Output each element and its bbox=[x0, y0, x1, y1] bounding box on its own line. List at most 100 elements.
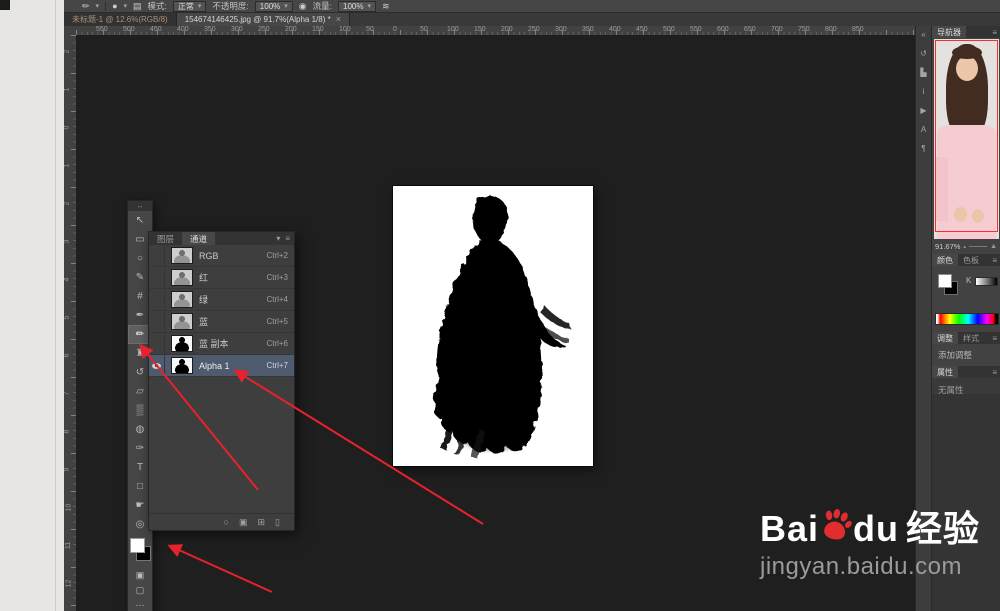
navigator-view-box[interactable] bbox=[935, 40, 998, 232]
color-panel: 颜色 色板 ≡ K bbox=[931, 254, 1000, 332]
zoom-tool-icon: ◎ bbox=[135, 519, 145, 530]
channels-panel-header: 图层 通道 ▾ ≡ bbox=[149, 232, 294, 245]
h-ruler-label: 500 bbox=[123, 26, 135, 33]
history-panel-icon[interactable]: ↺ bbox=[920, 49, 927, 58]
load-selection-icon[interactable]: ○ bbox=[224, 517, 229, 527]
tab-adjustments[interactable]: 调整 bbox=[932, 332, 958, 344]
info-panel-icon[interactable]: i bbox=[923, 87, 925, 96]
visibility-toggle[interactable] bbox=[149, 245, 165, 266]
channel-row-rgb[interactable]: RGB Ctrl+2 bbox=[149, 245, 294, 267]
document-tab-untitled[interactable]: 未标题-1 @ 12.6%(RGB/8) bbox=[64, 13, 177, 26]
chevron-down-icon: ▾ bbox=[284, 2, 288, 10]
zoom-in-icon[interactable]: ▲ bbox=[990, 243, 997, 250]
move-tool[interactable]: ↖ bbox=[128, 211, 152, 230]
foreground-color-swatch[interactable] bbox=[938, 274, 952, 288]
opacity-select[interactable]: 100% ▾ bbox=[254, 0, 293, 12]
tab-styles[interactable]: 样式 bbox=[958, 332, 984, 344]
h-ruler-label: 350 bbox=[204, 26, 216, 33]
collapse-panels-icon[interactable]: « bbox=[921, 30, 925, 39]
document-canvas[interactable] bbox=[393, 186, 593, 466]
mode-select[interactable]: 正常 ▾ bbox=[172, 0, 207, 12]
chevron-down-icon[interactable]: ▾ bbox=[96, 3, 100, 10]
logo-text-bai: Bai bbox=[760, 508, 820, 549]
channels-empty-area bbox=[149, 377, 294, 513]
flow-select[interactable]: 100% ▾ bbox=[338, 0, 376, 12]
v-ruler-label: 5 bbox=[64, 315, 71, 320]
screen-mode-icon: ▢ bbox=[135, 585, 145, 595]
channel-thumbnail bbox=[171, 247, 193, 264]
actions-panel-icon[interactable]: ▶ bbox=[920, 106, 926, 115]
h-ruler-label: 100 bbox=[339, 26, 351, 33]
channel-thumbnail bbox=[171, 357, 193, 374]
character-panel-icon[interactable]: A bbox=[921, 125, 926, 134]
h-ruler-label: 250 bbox=[528, 26, 540, 33]
v-ruler-label: 11 bbox=[65, 541, 73, 550]
shape-tool-icon: □ bbox=[136, 481, 144, 492]
panel-menu-icon[interactable]: ≡ bbox=[989, 26, 1000, 38]
channel-row-alpha-1[interactable]: Alpha 1 Ctrl+7 bbox=[149, 355, 294, 377]
eyedropper-tool-icon: ✒ bbox=[135, 310, 145, 321]
type-tool-icon: T bbox=[136, 462, 144, 473]
save-selection-as-channel-icon[interactable]: ▣ bbox=[239, 517, 248, 527]
tab-label: 154674146425.jpg @ 91.7%(Alpha 1/8) * bbox=[184, 15, 331, 24]
paragraph-panel-icon[interactable]: ¶ bbox=[921, 144, 925, 153]
pressure-opacity-icon[interactable]: ◉ bbox=[299, 1, 307, 11]
v-ruler-label: 7 bbox=[64, 391, 71, 396]
channel-row-蓝[interactable]: 蓝 Ctrl+5 bbox=[149, 311, 294, 333]
tab-swatches[interactable]: 色板 bbox=[958, 254, 984, 266]
document-tab-active[interactable]: 154674146425.jpg @ 91.7%(Alpha 1/8) * × bbox=[176, 13, 350, 26]
eye-icon bbox=[152, 362, 161, 369]
color-spectrum-ramp[interactable] bbox=[935, 313, 999, 325]
visibility-toggle[interactable] bbox=[149, 267, 165, 288]
panel-menu-icon[interactable]: ≡ bbox=[989, 332, 1000, 344]
panel-menu-icon[interactable]: ≡ bbox=[285, 234, 290, 243]
visibility-toggle[interactable] bbox=[149, 355, 165, 376]
tab-layers[interactable]: 图层 bbox=[149, 232, 182, 245]
mode-label: 模式: bbox=[147, 1, 167, 11]
delete-channel-icon[interactable]: ▯ bbox=[275, 517, 280, 527]
channel-row-红[interactable]: 红 Ctrl+3 bbox=[149, 267, 294, 289]
screen-mode-button[interactable]: ▢ bbox=[128, 583, 152, 598]
baidu-paw-icon bbox=[824, 508, 852, 540]
tab-channels[interactable]: 通道 bbox=[182, 232, 216, 245]
panel-menu-icon[interactable]: ≡ bbox=[989, 254, 1000, 266]
flow-value: 100% bbox=[343, 1, 364, 11]
more-options-button[interactable]: ⋯ bbox=[128, 598, 152, 611]
color-panel-header: 颜色 色板 ≡ bbox=[932, 254, 1000, 266]
tab-navigator[interactable]: 导航器 bbox=[932, 26, 966, 38]
tab-color[interactable]: 颜色 bbox=[932, 254, 958, 266]
k-slider[interactable] bbox=[975, 277, 998, 286]
histogram-panel-icon[interactable]: ▙ bbox=[920, 68, 926, 77]
airbrush-icon[interactable]: ≋ bbox=[382, 1, 390, 11]
chevron-down-icon[interactable]: ▾ bbox=[124, 3, 128, 10]
pen-tool-icon: ✑ bbox=[135, 443, 145, 454]
visibility-toggle[interactable] bbox=[149, 289, 165, 310]
h-ruler-label: 150 bbox=[312, 26, 324, 33]
channel-row-绿[interactable]: 绿 Ctrl+4 bbox=[149, 289, 294, 311]
watermark-url: jingyan.baidu.com bbox=[760, 553, 962, 580]
logo-text-jingyan: 经验 bbox=[906, 508, 981, 549]
brush-tool-icon[interactable]: ✏ bbox=[82, 1, 90, 11]
new-channel-icon[interactable]: ⊞ bbox=[258, 517, 266, 527]
zoom-slider[interactable] bbox=[968, 246, 988, 247]
visibility-toggle[interactable] bbox=[149, 311, 165, 332]
close-icon[interactable]: × bbox=[336, 15, 341, 24]
tools-palette-header[interactable]: ↔ bbox=[128, 201, 152, 211]
foreground-color-swatch[interactable] bbox=[130, 538, 145, 553]
quick-mask-button[interactable]: ▣ bbox=[128, 568, 152, 583]
channels-footer: ○ ▣ ⊞ ▯ bbox=[149, 513, 294, 530]
toggle-brush-panel-icon[interactable]: ▤ bbox=[133, 1, 142, 11]
zoom-value[interactable]: 91.67% bbox=[935, 242, 960, 251]
lasso-tool-icon: ○ bbox=[136, 253, 144, 264]
zoom-out-icon[interactable]: ▴ bbox=[963, 244, 966, 250]
v-ruler-label: 1 bbox=[64, 87, 71, 92]
h-ruler-label: 600 bbox=[717, 26, 729, 33]
channel-row-蓝-副本[interactable]: 蓝 副本 Ctrl+6 bbox=[149, 333, 294, 355]
visibility-toggle[interactable] bbox=[149, 333, 165, 354]
h-ruler-label: 400 bbox=[177, 26, 189, 33]
panel-menu-icon[interactable]: ≡ bbox=[989, 366, 1000, 378]
brush-preset-icon[interactable]: ● bbox=[112, 1, 117, 11]
collapse-icon[interactable]: ▾ bbox=[276, 234, 280, 243]
v-ruler-label: 0 bbox=[64, 125, 71, 130]
tab-properties[interactable]: 属性 bbox=[932, 366, 958, 378]
